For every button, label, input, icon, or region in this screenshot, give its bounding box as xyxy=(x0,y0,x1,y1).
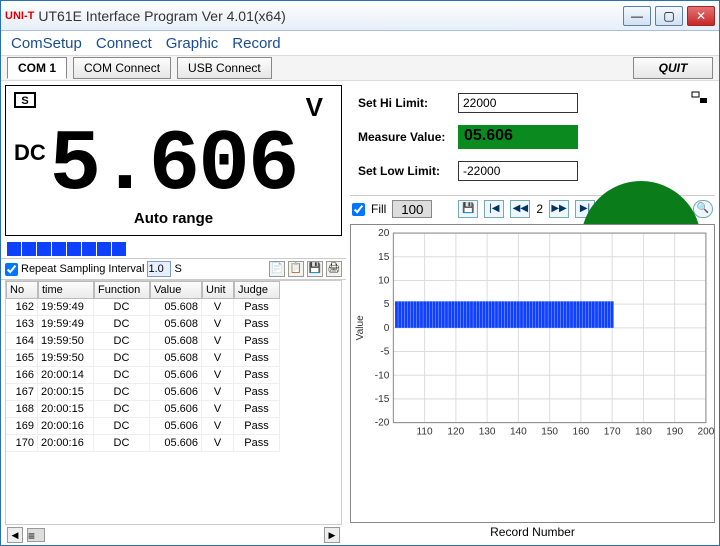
data-table: No time Function Value Unit Judge 16219:… xyxy=(5,280,342,525)
mode-label: DC xyxy=(14,140,46,166)
svg-text:200: 200 xyxy=(698,427,714,438)
lo-limit-label: Set Low Limit: xyxy=(358,164,458,178)
svg-text:110: 110 xyxy=(417,427,433,438)
menu-graphic[interactable]: Graphic xyxy=(166,35,219,52)
bargraph xyxy=(1,240,346,258)
sampling-label: Sampling Interval xyxy=(59,263,144,275)
s-indicator: S xyxy=(14,92,36,108)
next-page-icon[interactable]: ▶▶ xyxy=(549,200,569,218)
table-row[interactable]: 16820:00:15DC05.606VPass xyxy=(6,401,341,418)
table-row[interactable]: 16519:59:50DC05.608VPass xyxy=(6,350,341,367)
panel-icon xyxy=(691,91,709,105)
seconds-label: S xyxy=(174,263,181,275)
chart-xlabel: Record Number xyxy=(350,523,715,541)
svg-text:10: 10 xyxy=(378,275,390,286)
hdr-time[interactable]: time xyxy=(38,281,94,299)
hdr-unit[interactable]: Unit xyxy=(202,281,234,299)
save-chart-icon[interactable]: 💾 xyxy=(458,200,478,218)
measure-value-label: Measure Value: xyxy=(358,130,458,144)
usb-connect-button[interactable]: USB Connect xyxy=(177,57,272,79)
svg-text:-5: -5 xyxy=(380,347,389,358)
page-number: 2 xyxy=(536,202,543,216)
svg-text:170: 170 xyxy=(604,427,621,438)
table-row[interactable]: 17020:00:16DC05.606VPass xyxy=(6,435,341,452)
titlebar: UNI-T UT61E Interface Program Ver 4.01(x… xyxy=(1,1,719,31)
menu-connect[interactable]: Connect xyxy=(96,35,152,52)
unit-label: V xyxy=(306,92,323,123)
window-title: UT61E Interface Program Ver 4.01(x64) xyxy=(38,8,619,24)
minimize-button[interactable]: — xyxy=(623,6,651,26)
measure-value-display: 05.606 xyxy=(458,125,578,149)
save-icon[interactable]: 💾 xyxy=(307,261,323,277)
svg-text:-15: -15 xyxy=(375,394,390,405)
svg-text:190: 190 xyxy=(666,427,683,438)
data-controls: Repeat Sampling Interval S 📄 📋 💾 🖨 xyxy=(1,258,346,280)
new-icon[interactable]: 📄 xyxy=(269,261,285,277)
hdr-function[interactable]: Function xyxy=(94,281,150,299)
repeat-checkbox[interactable] xyxy=(5,263,18,276)
table-row[interactable]: 16720:00:15DC05.606VPass xyxy=(6,384,341,401)
table-row[interactable]: 16419:59:50DC05.608VPass xyxy=(6,333,341,350)
fill-checkbox[interactable] xyxy=(352,203,365,216)
limits-panel: Set Hi Limit: Measure Value: 05.606 Set … xyxy=(350,85,715,196)
table-row[interactable]: 16319:59:49DC05.608VPass xyxy=(6,316,341,333)
svg-text:140: 140 xyxy=(510,427,527,438)
measured-value: 5.606 xyxy=(16,122,331,208)
com-connect-button[interactable]: COM Connect xyxy=(73,57,171,79)
svg-text:180: 180 xyxy=(635,427,652,438)
hi-limit-input[interactable] xyxy=(458,93,578,113)
svg-text:Value: Value xyxy=(355,315,366,340)
quit-button[interactable]: QUIT xyxy=(633,57,713,79)
hdr-no[interactable]: No xyxy=(6,281,38,299)
table-row[interactable]: 16219:59:49DC05.608VPass xyxy=(6,299,341,316)
menubar: ComSetup Connect Graphic Record xyxy=(1,31,719,55)
scroll-thumb[interactable]: ≡ xyxy=(27,528,45,542)
lo-limit-input[interactable] xyxy=(458,161,578,181)
close-button[interactable]: ✕ xyxy=(687,6,715,26)
svg-text:15: 15 xyxy=(378,252,390,263)
menu-comsetup[interactable]: ComSetup xyxy=(11,35,82,52)
table-row[interactable]: 16920:00:16DC05.606VPass xyxy=(6,418,341,435)
maximize-button[interactable]: ▢ xyxy=(655,6,683,26)
meter-display: S V DC 5.606 Auto range xyxy=(5,85,342,236)
table-row[interactable]: 16620:00:14DC05.606VPass xyxy=(6,367,341,384)
svg-text:150: 150 xyxy=(541,427,558,438)
hi-limit-label: Set Hi Limit: xyxy=(358,96,458,110)
svg-text:0: 0 xyxy=(384,323,390,334)
svg-text:20: 20 xyxy=(378,228,390,239)
fill-value-input[interactable] xyxy=(392,200,432,218)
zoom-icon[interactable]: 🔍 xyxy=(693,200,713,218)
svg-text:130: 130 xyxy=(479,427,496,438)
table-header: No time Function Value Unit Judge xyxy=(6,281,341,299)
app-logo: UNI-T xyxy=(5,10,34,22)
prev-page-icon[interactable]: ◀◀ xyxy=(510,200,530,218)
copy-icon[interactable]: 📋 xyxy=(288,261,304,277)
svg-text:160: 160 xyxy=(572,427,589,438)
repeat-label: Repeat xyxy=(21,263,56,275)
scroll-right-icon[interactable]: ▶ xyxy=(324,527,340,543)
svg-text:-10: -10 xyxy=(375,370,390,381)
first-page-icon[interactable]: |◀ xyxy=(484,200,504,218)
chart[interactable]: -20 -15 -10 -5 0 5 10 15 20 110 120 130 140 150 160 170… xyxy=(350,224,715,523)
menu-record[interactable]: Record xyxy=(232,35,280,52)
h-scrollbar[interactable]: ◀ ≡ ▶ xyxy=(1,525,346,545)
svg-text:5: 5 xyxy=(384,299,390,310)
sampling-interval-input[interactable] xyxy=(147,261,171,277)
print-icon[interactable]: 🖨 xyxy=(326,261,342,277)
scroll-left-icon[interactable]: ◀ xyxy=(7,527,23,543)
svg-text:120: 120 xyxy=(447,427,464,438)
hdr-value[interactable]: Value xyxy=(150,281,202,299)
toolbar: COM 1 COM Connect USB Connect QUIT xyxy=(1,55,719,81)
tab-com1[interactable]: COM 1 xyxy=(7,57,67,79)
fill-label: Fill xyxy=(371,202,386,216)
hdr-judge[interactable]: Judge xyxy=(234,281,280,299)
svg-text:-20: -20 xyxy=(375,418,390,429)
